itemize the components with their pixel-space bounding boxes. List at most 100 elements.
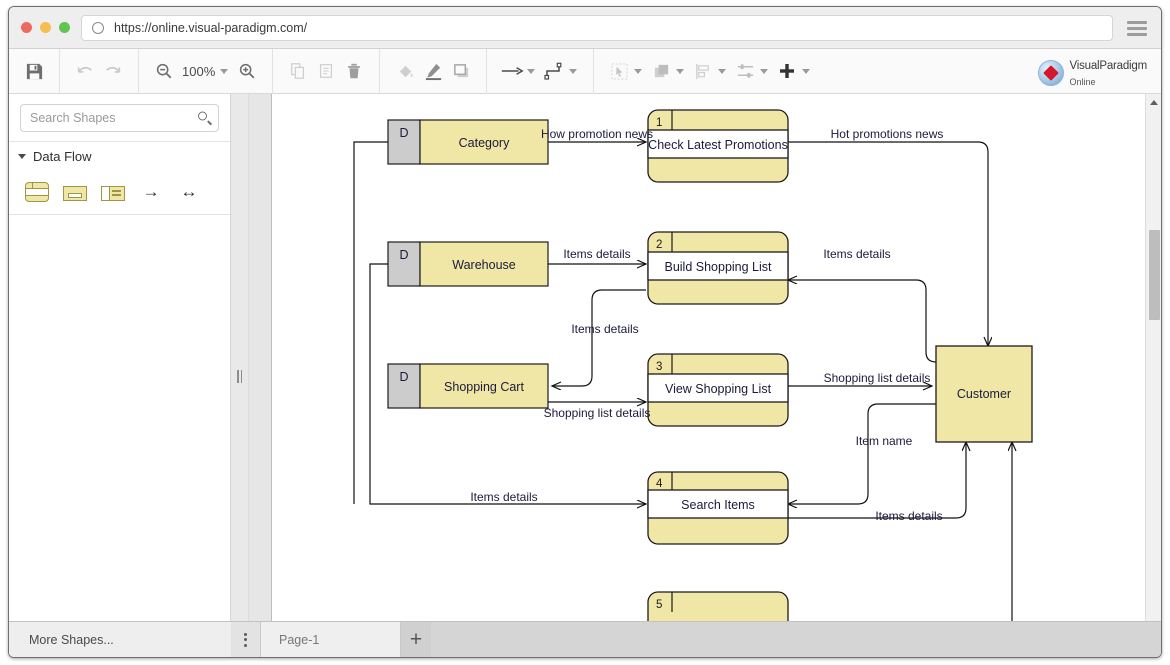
plus-icon[interactable]	[773, 57, 801, 85]
process-number-1: 1	[656, 117, 662, 129]
selection-caret-icon[interactable]	[634, 68, 643, 74]
shape-palette: → ↔	[9, 170, 230, 215]
window-controls	[21, 22, 70, 33]
vertical-scroll-thumb[interactable]	[1149, 230, 1160, 320]
bidirectional-data-flow-icon[interactable]: ↔	[177, 182, 201, 202]
data-flow-arrow-icon[interactable]: →	[139, 182, 163, 202]
align-icon[interactable]	[689, 57, 717, 85]
vertical-scrollbar[interactable]	[1145, 94, 1161, 642]
external-entity-customer: Customer	[935, 345, 1033, 443]
arrow-style-caret-icon[interactable]	[527, 68, 536, 74]
browser-titlebar: https://online.visual-paradigm.com/	[9, 7, 1161, 49]
search-icon[interactable]	[198, 111, 213, 125]
toolbar-group-format	[380, 48, 488, 94]
more-shapes-label: More Shapes...	[29, 633, 114, 647]
distribute-caret-icon[interactable]	[760, 68, 769, 74]
edge-label-customer-items-details: Items details	[823, 247, 890, 261]
edge-label-view-to-customer: Shopping list details	[824, 371, 931, 385]
data-store-shopping-cart: D Shopping Cart	[387, 363, 549, 409]
flow-customer-items-details	[788, 280, 937, 363]
app-body: Search Shapes Data Flow → ↔ D Category D…	[9, 94, 1161, 657]
flow-search-to-customer	[788, 442, 966, 519]
process-1: 1 Check Latest Promotions	[647, 109, 789, 183]
entity-label-customer: Customer	[957, 387, 1011, 401]
search-input[interactable]: Search Shapes	[20, 104, 219, 132]
distribute-icon[interactable]	[731, 57, 759, 85]
scroll-up-button[interactable]	[1146, 94, 1161, 110]
reload-icon[interactable]	[92, 22, 104, 34]
add-page-button[interactable]: +	[401, 622, 431, 657]
splitter-grip-icon[interactable]	[236, 369, 243, 383]
plus-caret-icon[interactable]	[802, 68, 811, 74]
shapes-panel-empty-area	[9, 215, 230, 657]
more-shapes-area: More Shapes...	[9, 622, 231, 657]
app-toolbar: 100% VisualParadigm Online	[9, 48, 1161, 94]
data-store-shape-icon[interactable]	[101, 186, 125, 201]
zoom-out-icon[interactable]	[150, 57, 178, 85]
visual-paradigm-logo: VisualParadigm Online	[1038, 57, 1147, 90]
section-label: Data Flow	[33, 149, 92, 164]
kebab-menu-icon[interactable]	[231, 622, 261, 657]
flow-build-to-cart	[552, 289, 646, 386]
diagram-canvas[interactable]: D Category D Warehouse D Shopping Cart 1…	[249, 94, 1145, 642]
edge-label-how-promotion-news: How promotion news	[541, 127, 653, 141]
trash-icon[interactable]	[340, 57, 368, 85]
process-label-4: Search Items	[681, 498, 755, 512]
search-shapes-wrapper: Search Shapes	[9, 94, 230, 141]
panel-splitter[interactable]	[231, 94, 249, 657]
page-tab-label: Page-1	[279, 632, 320, 647]
more-shapes-button[interactable]: More Shapes...	[9, 622, 231, 657]
browser-window: https://online.visual-paradigm.com/ 100%	[8, 6, 1162, 658]
external-entity-shape-icon[interactable]	[63, 186, 87, 201]
arrange-caret-icon[interactable]	[676, 68, 685, 74]
page-tab-page-1[interactable]: Page-1	[261, 622, 401, 657]
hamburger-menu-icon[interactable]	[1127, 21, 1147, 36]
store-label-category: Category	[459, 136, 510, 150]
arrange-icon[interactable]	[647, 57, 675, 85]
minimize-window-button[interactable]	[40, 22, 51, 33]
process-number-3: 3	[656, 361, 662, 373]
paste-icon[interactable]	[312, 57, 340, 85]
status-bar: More Shapes... Page-1 +	[9, 621, 1161, 657]
shapes-panel: Search Shapes Data Flow → ↔	[9, 94, 231, 657]
fill-bucket-icon[interactable]	[391, 57, 419, 85]
save-icon[interactable]	[20, 57, 48, 85]
edge-label-warehouse-search-items: Items details	[470, 490, 537, 504]
zoom-dropdown-caret-icon[interactable]	[220, 68, 229, 74]
align-caret-icon[interactable]	[718, 68, 727, 74]
address-bar[interactable]: https://online.visual-paradigm.com/	[81, 15, 1113, 41]
diagram-page[interactable]: D Category D Warehouse D Shopping Cart 1…	[271, 94, 1145, 642]
copy-icon[interactable]	[284, 57, 312, 85]
status-bar-filler	[431, 622, 1161, 657]
process-shape-icon[interactable]	[25, 182, 49, 202]
process-3: 3 View Shopping List	[647, 353, 789, 427]
edge-label-build-to-cart: Items details	[571, 322, 638, 336]
close-window-button[interactable]	[21, 22, 32, 33]
toolbar-group-clipboard	[273, 48, 381, 94]
pen-line-icon[interactable]	[419, 57, 447, 85]
data-store-category: D Category	[387, 119, 549, 165]
store-label-warehouse: Warehouse	[452, 258, 516, 272]
search-placeholder: Search Shapes	[30, 111, 116, 125]
data-store-warehouse: D Warehouse	[387, 241, 549, 287]
section-header-data-flow[interactable]: Data Flow	[9, 141, 230, 170]
selection-icon[interactable]	[605, 57, 633, 85]
redo-icon[interactable]	[99, 57, 127, 85]
shadow-rect-icon[interactable]	[447, 57, 475, 85]
chevron-down-icon[interactable]	[18, 154, 26, 159]
edge-label-warehouse-items-details: Items details	[563, 247, 630, 261]
maximize-window-button[interactable]	[59, 22, 70, 33]
process-label-3: View Shopping List	[665, 382, 772, 396]
flow-hot-promotions-news	[788, 141, 988, 346]
url-text: https://online.visual-paradigm.com/	[114, 21, 308, 35]
brand-line-2: Online	[1069, 77, 1096, 88]
connector-style-icon[interactable]	[540, 57, 568, 85]
arrow-style-icon[interactable]	[498, 57, 526, 85]
add-page-label: +	[409, 628, 423, 651]
toolbar-group-file	[9, 48, 60, 94]
undo-icon[interactable]	[71, 57, 99, 85]
zoom-in-icon[interactable]	[233, 57, 261, 85]
process-number-2: 2	[656, 239, 662, 251]
connector-style-caret-icon[interactable]	[569, 68, 578, 74]
vp-globe-icon	[1038, 60, 1065, 87]
